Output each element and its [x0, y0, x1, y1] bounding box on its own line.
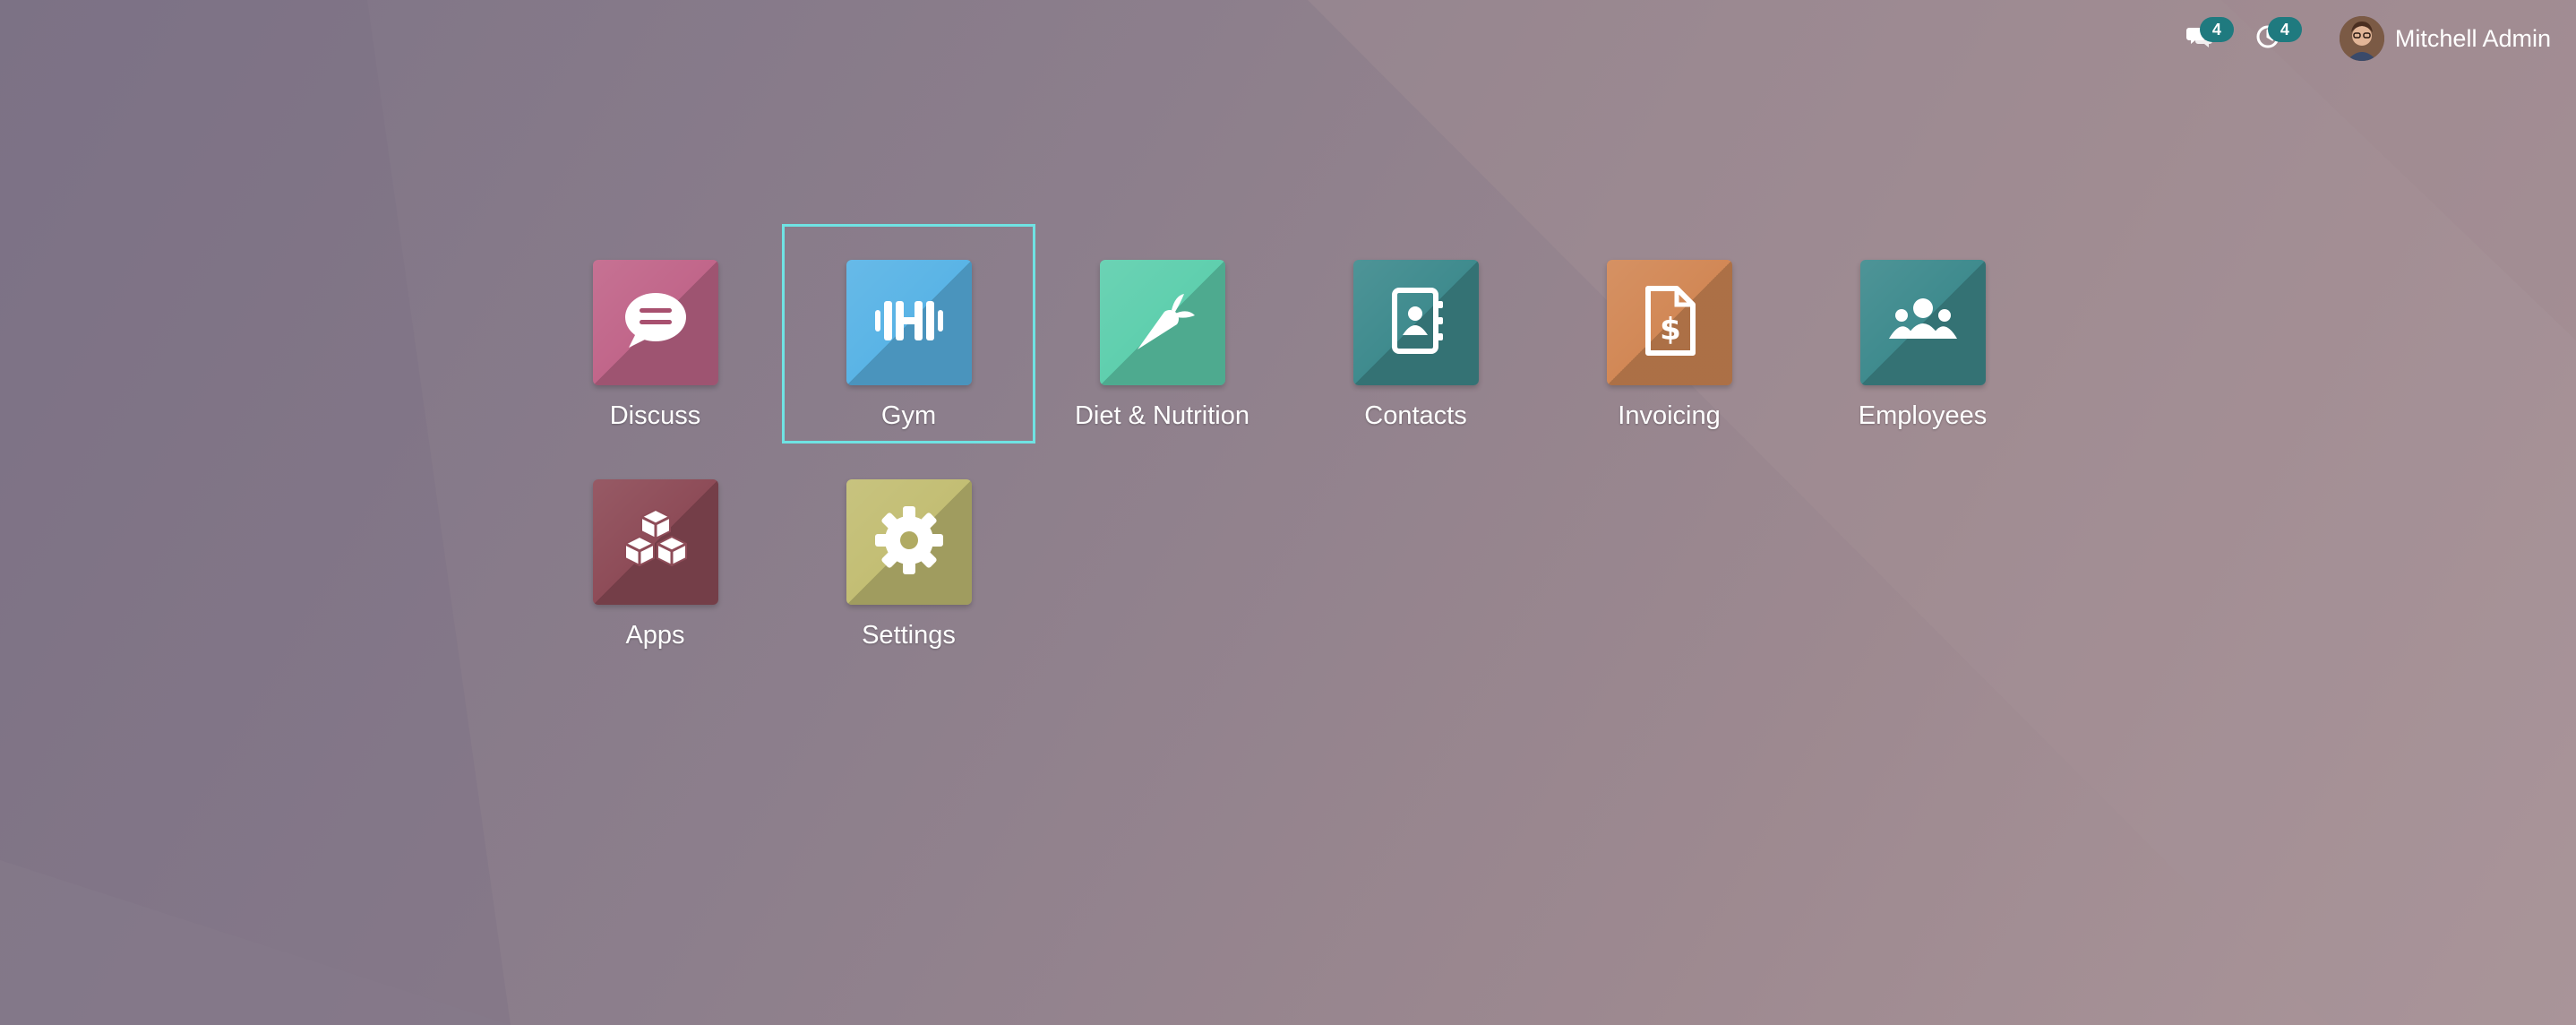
- messages-counter-badge: 4: [2199, 17, 2234, 42]
- app-icon-tile: [846, 479, 972, 605]
- app-label: Diet & Nutrition: [1074, 401, 1249, 430]
- app-settings[interactable]: Settings: [782, 444, 1035, 663]
- gear-icon: [866, 497, 952, 588]
- app-employees[interactable]: Employees: [1796, 224, 2049, 444]
- messages-menu[interactable]: 4: [2173, 12, 2234, 65]
- app-label: Invoicing: [1618, 401, 1721, 430]
- app-label: Discuss: [609, 401, 701, 430]
- app-icon-tile: [846, 260, 972, 385]
- users-icon: [1880, 278, 1966, 368]
- invoice-dollar-icon: $: [1627, 278, 1713, 368]
- app-icon-tile: $: [1606, 260, 1732, 385]
- dumbbell-icon: [866, 278, 952, 368]
- app-grid: Discuss Gym Diet & Nutrition Contacts $ …: [528, 224, 2051, 663]
- app-apps[interactable]: Apps: [528, 444, 782, 663]
- address-book-icon: [1373, 278, 1459, 368]
- app-label: Contacts: [1364, 401, 1467, 430]
- user-menu[interactable]: Mitchell Admin: [2339, 16, 2551, 61]
- app-icon-tile: [1859, 260, 1986, 385]
- activities-counter-badge: 4: [2267, 17, 2302, 42]
- svg-text:$: $: [1660, 312, 1681, 348]
- app-label: Settings: [862, 621, 956, 650]
- app-invoicing[interactable]: $ Invoicing: [1542, 224, 1796, 444]
- carrot-icon: [1120, 278, 1206, 368]
- systray: 4 4 Mitchell Admin: [2159, 0, 2576, 77]
- app-label: Gym: [880, 401, 937, 430]
- app-icon-tile: [1352, 260, 1479, 385]
- app-diet-nutrition[interactable]: Diet & Nutrition: [1035, 224, 1289, 444]
- app-label: Apps: [625, 621, 685, 650]
- app-icon-tile: [592, 479, 718, 605]
- app-contacts[interactable]: Contacts: [1289, 224, 1542, 444]
- avatar: [2339, 16, 2384, 61]
- activities-menu[interactable]: 4: [2241, 12, 2302, 65]
- app-icon-tile: [592, 260, 718, 385]
- app-discuss[interactable]: Discuss: [528, 224, 782, 444]
- app-gym[interactable]: Gym: [782, 224, 1035, 444]
- cubes-icon: [613, 497, 699, 588]
- app-icon-tile: [1099, 260, 1225, 385]
- chat-bubble-icon: [613, 278, 699, 368]
- app-label: Employees: [1858, 401, 1988, 430]
- user-name: Mitchell Admin: [2394, 24, 2551, 52]
